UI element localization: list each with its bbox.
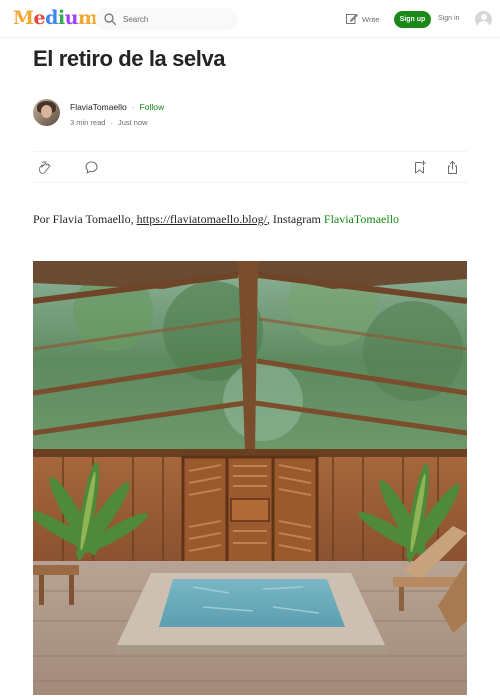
author-line: FlaviaTomaello · Follow <box>70 102 164 112</box>
instagram-link[interactable]: FlaviaTomaello <box>324 212 399 226</box>
search-icon <box>103 12 117 26</box>
logo-letter: d <box>45 7 58 29</box>
share-icon[interactable] <box>445 160 460 175</box>
search-input[interactable] <box>123 11 231 27</box>
user-avatar-icon[interactable] <box>475 11 492 28</box>
logo-letter: e <box>33 7 46 29</box>
article-title: El retiro de la selva <box>33 46 226 71</box>
search-box[interactable] <box>95 8 238 30</box>
clap-icon[interactable] <box>37 160 52 175</box>
logo-letter: i <box>57 7 65 29</box>
article-action-bar <box>33 151 467 183</box>
byline-middle: , Instagram <box>266 212 324 226</box>
write-label: Write <box>362 15 380 24</box>
sign-up-button[interactable]: Sign up <box>394 11 431 28</box>
separator-dot: · <box>110 118 113 127</box>
logo-letter: M <box>13 7 34 29</box>
sign-in-link[interactable]: Sign in <box>438 15 459 22</box>
write-icon <box>345 12 358 27</box>
write-button[interactable]: Write <box>345 12 379 27</box>
author-avatar[interactable] <box>33 99 60 126</box>
separator-dot: · <box>131 102 135 112</box>
byline-paragraph: Por Flavia Tomaello, https://flaviatomae… <box>33 212 399 227</box>
bookmark-add-icon[interactable] <box>412 160 427 175</box>
logo-letter: u <box>64 7 79 29</box>
publish-date: Just now <box>117 118 148 127</box>
medium-logo[interactable]: Medium <box>13 7 98 29</box>
read-time: 3 min read <box>70 118 106 127</box>
hero-photo <box>33 261 467 695</box>
article-meta: 3 min read · Just now <box>70 118 148 127</box>
blog-link[interactable]: https://flaviatomaello.blog/ <box>137 212 267 226</box>
byline-prefix: Por Flavia Tomaello, <box>33 212 137 226</box>
top-navigation: Medium Write Sign up Sign in <box>0 0 500 38</box>
follow-button[interactable]: Follow <box>140 102 165 112</box>
author-name[interactable]: FlaviaTomaello <box>70 102 127 112</box>
comment-icon[interactable] <box>84 160 99 175</box>
